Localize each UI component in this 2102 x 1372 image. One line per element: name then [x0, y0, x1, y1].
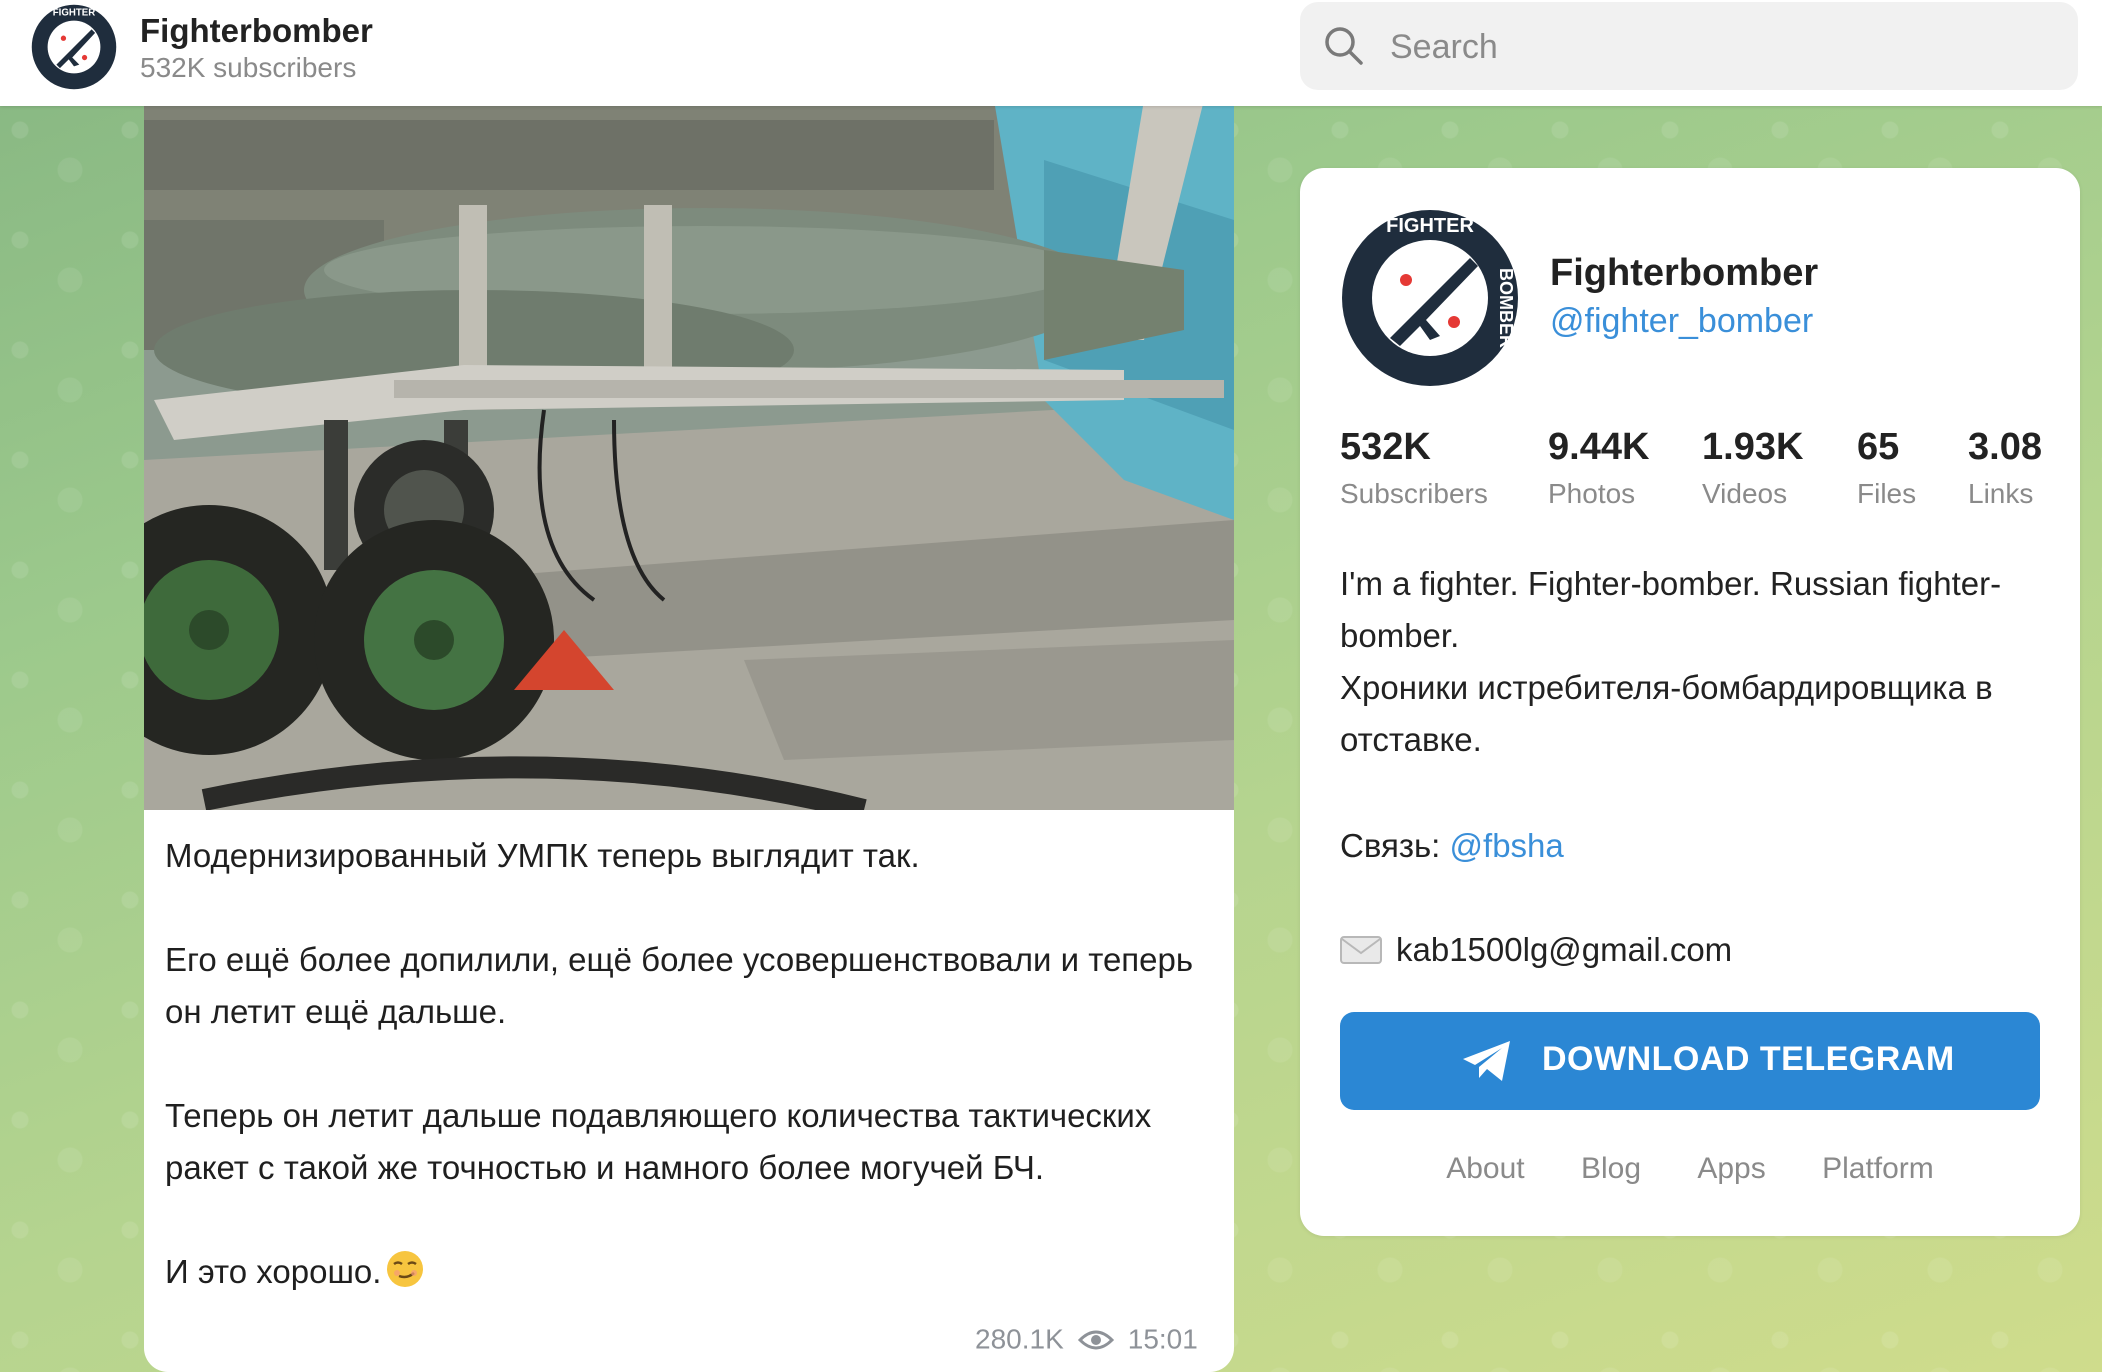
stat-value: 532K — [1340, 426, 1431, 468]
message-paragraph: Его ещё более допилили, ещё более усовер… — [165, 941, 1194, 1030]
message-meta: 280.1K 15:01 — [975, 1322, 1215, 1356]
footer-link-apps[interactable]: Apps — [1697, 1152, 1765, 1185]
channel-header: FIGHTER Fighterbomber 532K subscribers — [0, 0, 2102, 106]
stat-value: 3.08 — [1968, 426, 2042, 468]
footer-link-platform[interactable]: Platform — [1822, 1152, 1934, 1185]
stat-photos[interactable]: 9.44K Photos — [1548, 424, 1649, 510]
message-paragraph: Модернизированный УМПК теперь выглядит т… — [165, 837, 920, 874]
message-paragraph-last: И это хорошо. — [165, 1246, 1215, 1298]
channel-contact: Связь: @fbsha — [1340, 820, 1564, 872]
message-time: 15:01 — [1127, 1323, 1198, 1355]
channel-info-avatar[interactable]: FIGHTER BOMBER — [1340, 208, 1520, 388]
message-paragraph: И это хорошо. — [165, 1253, 382, 1290]
search-icon — [1325, 27, 1363, 65]
contact-link[interactable]: @fbsha — [1450, 827, 1564, 864]
stat-value: 9.44K — [1548, 426, 1650, 468]
stat-subscribers[interactable]: 532K Subscribers — [1340, 424, 1488, 510]
description-line: Хроники истребителя-бомбардировщика в от… — [1340, 669, 1993, 758]
photo-illustration — [144, 100, 1234, 810]
view-count: 280.1K — [975, 1323, 1064, 1355]
channel-info-card: FIGHTER BOMBER Fighterbomber @fighter_bo… — [1300, 168, 2080, 1236]
stat-label: Videos — [1702, 478, 1788, 509]
smirk-emoji — [387, 1251, 424, 1287]
message-card: Модернизированный УМПК теперь выглядит т… — [144, 100, 1234, 1372]
stat-label: Links — [1968, 478, 2034, 509]
stat-files[interactable]: 65 Files — [1857, 424, 1916, 510]
stat-videos[interactable]: 1.93K Videos — [1702, 424, 1803, 510]
footer-link-about[interactable]: About — [1446, 1152, 1524, 1185]
stat-value: 1.93K — [1702, 426, 1804, 468]
channel-handle-link[interactable]: @fighter_bomber — [1550, 302, 1813, 341]
header-subscribers: 532K subscribers — [140, 52, 357, 83]
avatar-lettering: FIGHTER — [1386, 215, 1474, 237]
message-photo[interactable] — [144, 100, 1234, 810]
eye-icon — [1077, 1330, 1114, 1350]
mail-icon — [1340, 936, 1382, 964]
download-telegram-button[interactable]: DOWNLOAD TELEGRAM — [1340, 1012, 2040, 1110]
channel-name: Fighterbomber — [1550, 252, 1819, 294]
email-address[interactable]: kab1500lg@gmail.com — [1396, 931, 1732, 968]
stat-links[interactable]: 3.08 Links — [1968, 424, 2042, 510]
telegram-plane-icon — [1463, 1041, 1510, 1081]
footer-links: About Blog Apps Platform — [1300, 1152, 2080, 1186]
channel-email: kab1500lg@gmail.com — [1340, 924, 1732, 976]
description-line: I'm a fighter. Fighter-bomber. Russian f… — [1340, 565, 2002, 654]
avatar-lettering: FIGHTER — [53, 7, 95, 18]
download-label: DOWNLOAD TELEGRAM — [1542, 1040, 1955, 1078]
channel-description: I'm a fighter. Fighter-bomber. Russian f… — [1340, 558, 2040, 766]
channel-avatar[interactable]: FIGHTER — [30, 3, 118, 91]
message-paragraph: Теперь он летит дальше подавляющего коли… — [165, 1097, 1152, 1186]
footer-link-blog[interactable]: Blog — [1581, 1152, 1641, 1185]
stat-label: Subscribers — [1340, 478, 1488, 509]
contact-label: Связь: — [1340, 827, 1441, 864]
avatar-lettering: BOMBER — [1496, 268, 1516, 348]
header-channel-name[interactable]: Fighterbomber — [140, 12, 373, 50]
message-text: Модернизированный УМПК теперь выглядит т… — [165, 830, 1215, 1298]
search-box[interactable] — [1300, 2, 2078, 92]
channel-stats: 532K Subscribers 9.44K Photos 1.93K Vide… — [1340, 424, 2080, 524]
stat-label: Photos — [1548, 478, 1636, 509]
search-input[interactable] — [1388, 2, 2052, 92]
stat-label: Files — [1857, 478, 1917, 509]
stat-value: 65 — [1857, 426, 1900, 468]
